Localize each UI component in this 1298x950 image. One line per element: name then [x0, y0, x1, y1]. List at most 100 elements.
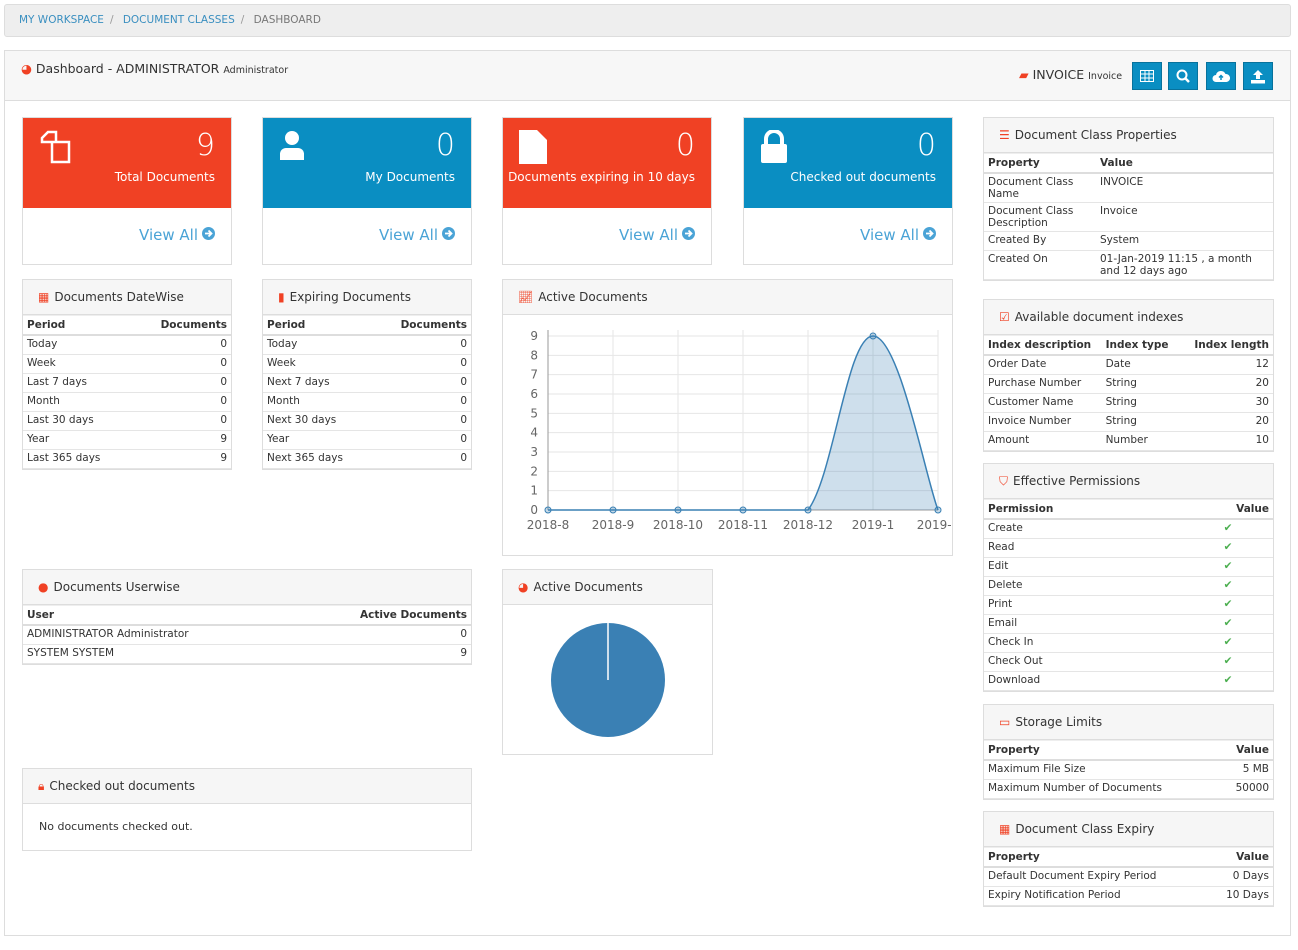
column-header: Documents [373, 315, 471, 336]
cloud-upload-button[interactable] [1206, 62, 1236, 90]
table-cell: 30 [1185, 393, 1273, 413]
grid-view-button[interactable] [1132, 62, 1162, 90]
tile-label: Checked out documents [790, 170, 936, 184]
tile-count: 9 [195, 128, 215, 163]
title-sub: Administrator [223, 65, 289, 76]
file-icon [519, 130, 547, 167]
panel-title: Active Documents [538, 290, 648, 304]
check-icon: ✔ [1183, 519, 1273, 539]
table-cell: 50000 [1213, 779, 1273, 799]
check-icon: ✔ [1183, 538, 1273, 558]
view-all-link[interactable]: View All [379, 226, 455, 244]
view-all-link[interactable]: View All [860, 226, 936, 244]
table-cell: 20 [1185, 412, 1273, 432]
y-tick-label: 8 [530, 348, 538, 362]
documents-datewise-panel: ▦ Documents DateWise Period Documents Today 0… [22, 279, 232, 470]
data-point[interactable] [674, 506, 682, 514]
no-checked-out-message: No documents checked out. [39, 820, 193, 833]
check-icon: ✔ [1183, 671, 1273, 691]
breadcrumb-document-classes[interactable]: DOCUMENT CLASSES [123, 14, 235, 26]
tile-header: 0 Checked out documents [744, 118, 952, 208]
table-header-row: Permission Value [984, 499, 1273, 520]
table-cell: 12 [1185, 355, 1273, 375]
table-cell: Last 365 days [23, 449, 132, 469]
table-row: Document Class Name INVOICE [984, 173, 1273, 203]
table-row: Created By System [984, 231, 1273, 251]
table-cell: Last 7 days [23, 373, 132, 393]
storage-limits-panel: ▭ Storage Limits Property Value Maximum File… [983, 704, 1274, 800]
column-header: Documents [131, 315, 231, 336]
arrow-circle-right-icon [923, 226, 936, 244]
search-icon [1176, 69, 1190, 83]
panel-title: Available document indexes [1014, 310, 1184, 324]
table-cell: String [1101, 393, 1186, 413]
table-cell: Created By [984, 231, 1096, 251]
indexes-table: Index description Index type Index length O… [984, 335, 1273, 451]
y-tick-label: 7 [530, 368, 538, 382]
arrow-circle-right-icon [202, 226, 215, 244]
table-row: Last 7 days 0 [23, 373, 231, 393]
table-cell: Today [23, 335, 132, 355]
table-row: Year 9 [23, 430, 231, 450]
table-cell: ADMINISTRATOR Administrator [23, 625, 290, 645]
table-cell: 01-Jan-2019 11:15 , a month and 12 days … [1096, 250, 1273, 280]
table-row: Purchase Number String 20 [984, 374, 1273, 394]
data-point[interactable] [544, 506, 552, 514]
table-cell: 10 [1185, 431, 1273, 451]
data-point[interactable] [739, 506, 747, 514]
breadcrumb-my-workspace[interactable]: MY WORKSPACE [19, 14, 104, 26]
y-tick-label: 2 [530, 464, 538, 478]
data-point[interactable] [934, 506, 942, 514]
table-row: Delete ✔ [984, 576, 1273, 596]
panel-title: Documents Userwise [53, 580, 180, 594]
table-row: Created On 01-Jan-2019 11:15 , a month an… [984, 250, 1273, 280]
data-point[interactable] [804, 506, 812, 514]
list-icon: ☰ [999, 128, 1010, 142]
table-row: Maximum Number of Documents 50000 [984, 779, 1273, 799]
hdd-icon: ▭ [999, 715, 1011, 729]
table-row: Document Class Description Invoice [984, 202, 1273, 232]
panel-header: 🔒︎ Checked out documents [23, 769, 471, 804]
data-point[interactable] [609, 506, 617, 514]
column-header: Property [984, 740, 1213, 761]
table-row: Maximum File Size 5 MB [984, 760, 1273, 780]
search-button[interactable] [1168, 62, 1198, 90]
table-cell: Maximum File Size [984, 760, 1213, 780]
table-row: Default Document Expiry Period 0 Days [984, 867, 1273, 887]
tile-header: 9 Total Documents [23, 118, 231, 208]
view-all-link[interactable]: View All [619, 226, 695, 244]
table-row: Next 7 days 0 [263, 373, 471, 393]
table-row: Today 0 [263, 335, 471, 355]
view-all-text: View All [619, 226, 678, 244]
column-header: Index type [1101, 335, 1186, 356]
data-point[interactable] [869, 332, 877, 340]
check-icon: ✔ [1183, 576, 1273, 596]
x-tick-label: 2018-11 [718, 518, 768, 532]
panel-header: ▦ Documents DateWise [23, 280, 231, 315]
panel-header: ☰ Document Class Properties [984, 118, 1273, 153]
panel-title: Active Documents [533, 580, 643, 594]
table-cell: Customer Name [984, 393, 1102, 413]
grid-icon [1140, 70, 1154, 82]
check-icon: ✔ [1183, 652, 1273, 672]
table-cell: Print [984, 595, 1183, 615]
breadcrumb-separator: / [240, 14, 245, 26]
line-chart-icon: 📈︎ [518, 290, 534, 304]
panel-title: Storage Limits [1015, 715, 1103, 729]
panel-title: Checked out documents [49, 779, 195, 793]
table-row: Invoice Number String 20 [984, 412, 1273, 432]
table-row: Create ✔ [984, 519, 1273, 539]
table-cell: 0 [289, 625, 471, 645]
check-icon: ✔ [1183, 614, 1273, 634]
table-row: SYSTEM SYSTEM 9 [23, 644, 471, 664]
upload-button[interactable] [1243, 62, 1273, 90]
check-icon: ✔ [1183, 557, 1273, 577]
storage-table: Property Value Maximum File Size 5 MB Maximu… [984, 740, 1273, 799]
table-header-row: User Active Documents [23, 605, 471, 626]
view-all-link[interactable]: View All [139, 226, 215, 244]
x-tick-label: 2018-10 [653, 518, 703, 532]
table-row: Year 0 [263, 430, 471, 450]
table-cell: 0 [131, 392, 231, 412]
page-title: ◕ Dashboard - ADMINISTRATOR Administrato… [21, 61, 288, 76]
panel-header: ◕ Active Documents [503, 570, 712, 605]
